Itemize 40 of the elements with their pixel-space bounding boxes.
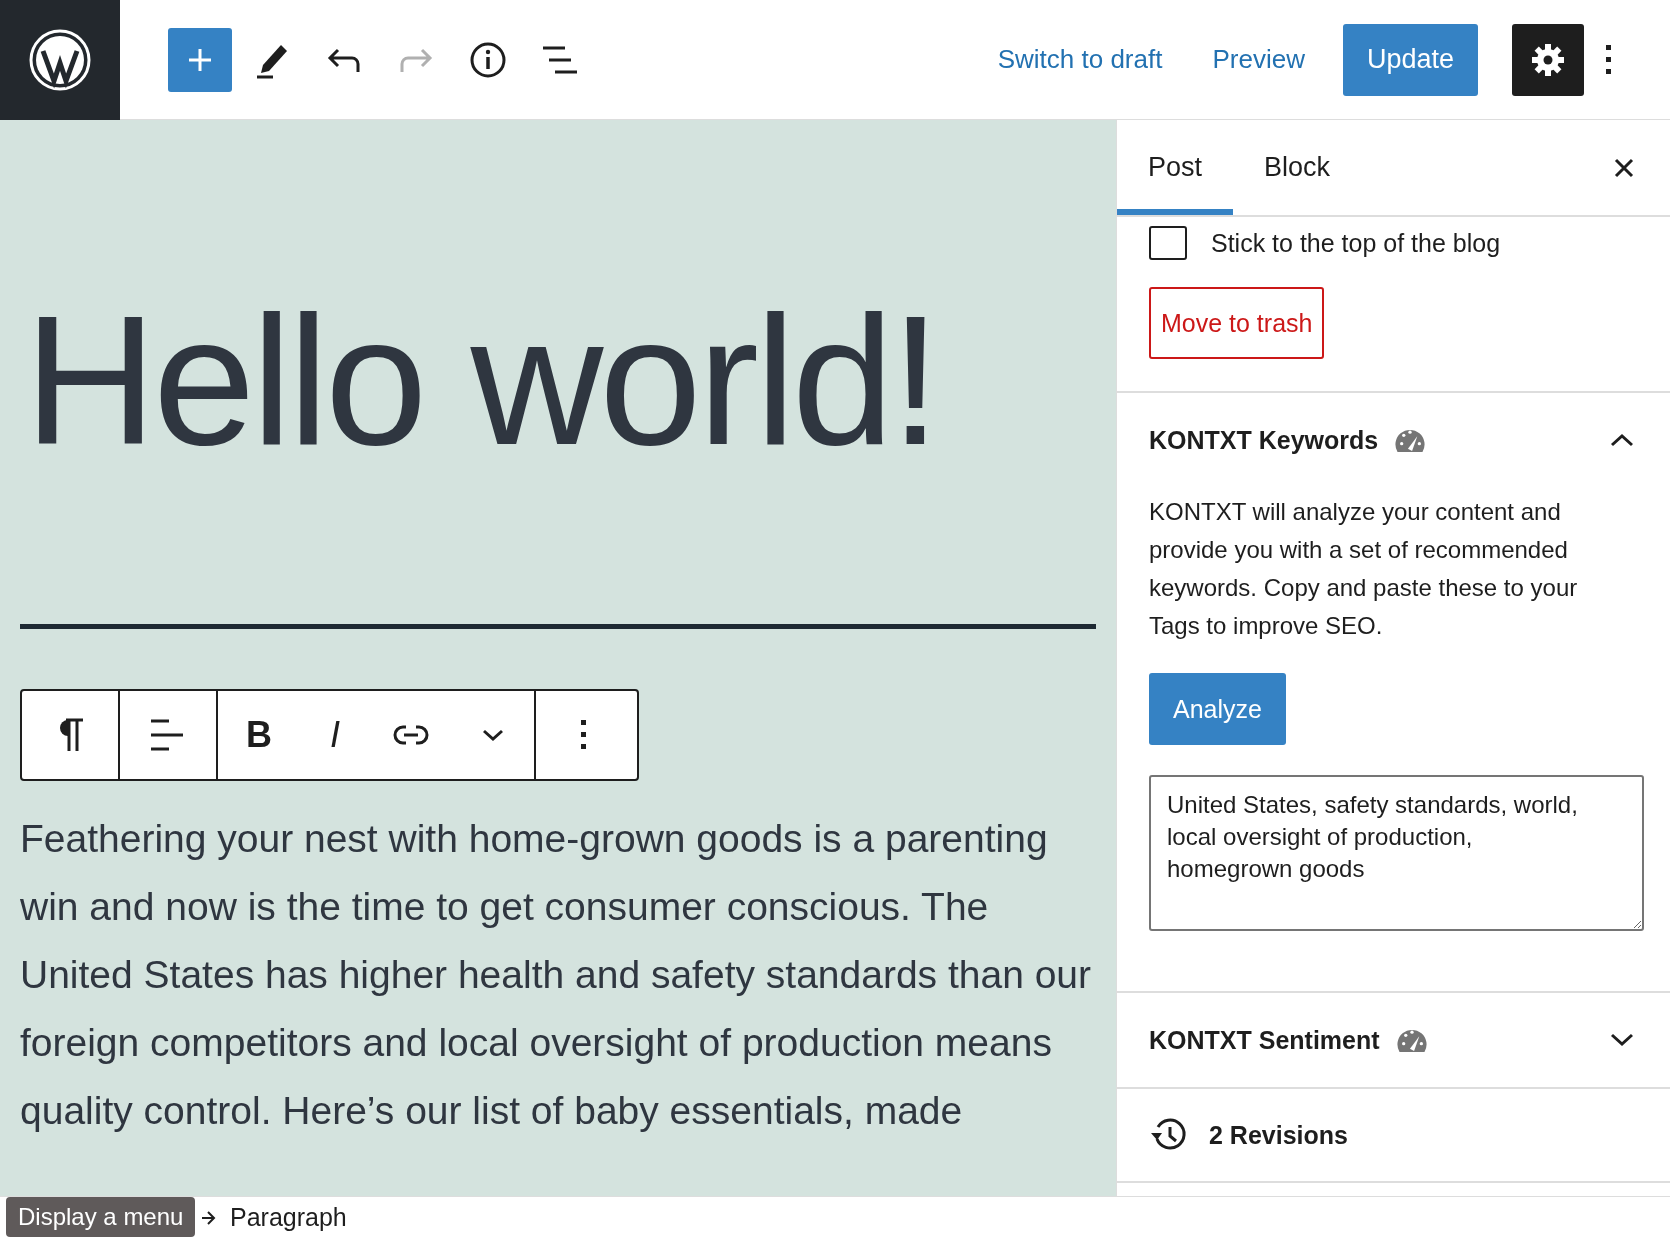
keywords-field[interactable]: United States, safety standards, world, local oversight of production, homegrown goods [1149, 775, 1644, 931]
logo-icon [29, 28, 91, 91]
chevron-down-icon [482, 729, 504, 741]
checkbox[interactable] [1149, 226, 1187, 260]
update-button[interactable]: Update [1342, 23, 1478, 96]
sidebar-tab[interactable]: Block [1233, 120, 1362, 215]
info-icon [469, 40, 507, 79]
settings-icon [1531, 42, 1565, 77]
chevron-down-icon [1610, 1033, 1634, 1047]
analyze-button[interactable]: Analyze [1149, 673, 1286, 745]
list-view-icon [541, 44, 579, 75]
panel-title: KONTXT Sentiment [1149, 1025, 1380, 1055]
gauge-icon [1394, 427, 1427, 453]
panel-description: KONTXT will analyze your content and provide you with a set of recommended keywords. Copy and paste these to your Tags to improve SEO. [1149, 497, 1579, 641]
checkbox-label: Stick to the top of the blog [1211, 228, 1501, 258]
history-icon [1149, 1117, 1187, 1153]
sidebar-tab[interactable]: Post [1117, 120, 1234, 215]
preview-link[interactable]: Preview [1194, 34, 1323, 85]
tooltip: Display a menu [6, 1197, 196, 1237]
post-title[interactable]: Hello world! [24, 288, 1096, 472]
align-left-icon [151, 719, 185, 751]
italic-button[interactable]: I [300, 691, 370, 779]
add-button[interactable] [168, 27, 232, 92]
bold-button[interactable]: B [218, 691, 300, 779]
chevron-up-icon [1610, 433, 1634, 447]
arrow-right-icon [200, 1208, 216, 1227]
more-vertical-icon [581, 720, 587, 750]
breadcrumb-item[interactable]: Paragraph [230, 1203, 347, 1232]
gauge-icon [1395, 1027, 1428, 1053]
switch-to-draft-link[interactable]: Switch to draft [979, 34, 1181, 85]
move-to-trash-button[interactable]: Move to trash [1149, 287, 1325, 359]
paragraph-text[interactable]: Feathering your nest with home-grown goods is a parenting win and now is the time to get consumer conscious. The United States has higher health and safety standards than our foreign competitors and local oversight of production means quality control. Here’s our list of baby essentials, made [20, 805, 1096, 1145]
settings-button[interactable] [1512, 23, 1584, 96]
panel-title: KONTXT Keywords [1149, 425, 1379, 455]
revisions-link[interactable]: 2 Revisions [1209, 1120, 1348, 1150]
more-vertical-icon [1606, 44, 1612, 75]
link-icon [392, 724, 430, 746]
plus-icon [187, 46, 213, 73]
close-icon [1614, 157, 1634, 178]
wordpress-logo[interactable] [0, 0, 120, 120]
